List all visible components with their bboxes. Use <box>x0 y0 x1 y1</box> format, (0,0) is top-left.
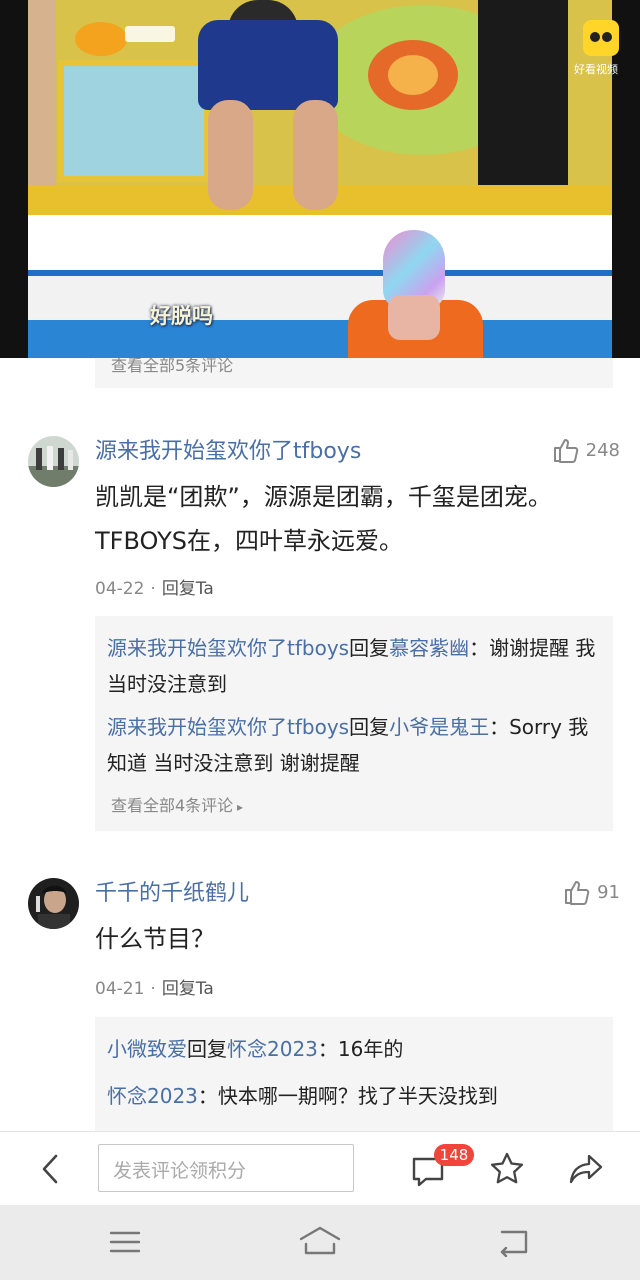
view-all-replies-link[interactable]: 查看全部5条评论 <box>111 358 233 376</box>
reply-item[interactable]: 源来我开始玺欢你了tfboys回复小爷是鬼王：Sorry 我知道 当时没注意到 … <box>107 709 601 781</box>
reply-verb: 回复 <box>349 715 390 739</box>
brand-watermark: 好看视频 <box>574 63 618 76</box>
comment-text: 凯凯是“团欺”，源源是团霸，千玺是团宠。TFBOYS在，四叶草永远爱。 <box>95 483 552 555</box>
reply-target[interactable]: 慕容紫幽 <box>389 636 469 660</box>
reply-item[interactable]: 小微致爱回复怀念2023：16年的 <box>107 1031 601 1067</box>
reply-target[interactable]: 怀念2023 <box>227 1037 318 1061</box>
system-navigation-bar <box>0 1205 640 1280</box>
like-count: 248 <box>585 439 620 461</box>
video-frame: 好脱吗 <box>28 0 612 358</box>
reply-item[interactable]: 源来我开始玺欢你了tfboys回复慕容紫幽：谢谢提醒 我当时没注意到 <box>107 630 601 702</box>
comment-text: 什么节目？ <box>95 925 215 953</box>
comment-count-badge: 148 <box>434 1144 474 1166</box>
ring-detail-inner <box>388 55 438 95</box>
like-button[interactable]: 91 <box>563 878 620 906</box>
reply-text: 快本哪一期啊？找了半天没找到 <box>217 1084 498 1108</box>
hunan-tv-logo-icon <box>75 22 127 56</box>
video-person-crouching <box>168 0 368 215</box>
video-person-right <box>478 0 568 190</box>
star-icon[interactable] <box>488 1150 526 1188</box>
replies-block: 源来我开始玺欢你了tfboys回复慕容紫幽：谢谢提醒 我当时没注意到 源来我开始… <box>95 616 613 831</box>
thumbs-up-icon <box>553 439 578 463</box>
reply-text: 16年的 <box>337 1037 404 1061</box>
comment-date: 04-22 <box>95 579 145 599</box>
reply-target[interactable]: 小爷是鬼王 <box>389 715 489 739</box>
comment-date: 04-21 <box>95 979 145 999</box>
reply-sep: ： <box>197 1084 218 1108</box>
prev-replies-tail[interactable]: 查看全部5条评论 <box>95 358 613 388</box>
reply-verb: 回复 <box>187 1037 227 1061</box>
avatar[interactable] <box>28 436 79 487</box>
view-all-replies-label: 查看全部4条评论 <box>111 796 234 815</box>
video-subtitle: 好脱吗 <box>150 304 213 328</box>
comment-meta: 04-21 · 回复Ta <box>95 979 214 999</box>
station-logo-mark <box>125 26 175 42</box>
view-all-replies-link[interactable]: 查看全部4条评论 ▸ <box>111 792 243 816</box>
reply-author[interactable]: 怀念2023 <box>107 1084 198 1108</box>
share-icon[interactable] <box>566 1150 606 1188</box>
reply-author[interactable]: 源来我开始玺欢你了tfboys <box>107 715 349 739</box>
thumbs-up-icon <box>565 881 590 905</box>
comment-input-placeholder: 发表评论领积分 <box>113 1160 247 1182</box>
system-back-icon[interactable] <box>496 1227 532 1257</box>
replies-block: 小微致爱回复怀念2023：16年的 怀念2023：快本哪一期啊？找了半天没找到 <box>95 1017 613 1131</box>
home-icon[interactable] <box>298 1225 342 1259</box>
reply-verb: 回复 <box>349 636 390 660</box>
pool-ledge-lower <box>28 270 612 321</box>
menu-icon[interactable] <box>108 1227 142 1257</box>
comment-username[interactable]: 千千的千纸鹤儿 <box>95 875 249 907</box>
reply-author[interactable]: 源来我开始玺欢你了tfboys <box>107 636 349 660</box>
reply-button[interactable]: 回复Ta <box>162 579 214 599</box>
like-button[interactable]: 248 <box>552 436 620 464</box>
chevron-right-icon: ▸ <box>233 800 244 814</box>
video-player[interactable]: 好脱吗 好看视频 <box>0 0 640 358</box>
comment-meta: 04-22 · 回复Ta <box>95 579 214 599</box>
comment-username[interactable]: 源来我开始玺欢你了tfboys <box>95 433 361 465</box>
comment-toolbar: 发表评论领积分 148 <box>0 1131 640 1206</box>
avatar[interactable] <box>28 878 79 929</box>
reply-button[interactable]: 回复Ta <box>162 979 214 999</box>
back-arrow-icon[interactable] <box>34 1150 68 1188</box>
pool-water <box>28 320 612 358</box>
pool-ledge <box>28 215 612 270</box>
reply-item[interactable]: 怀念2023：快本哪一期啊？找了半天没找到 <box>107 1078 601 1114</box>
comment-input[interactable]: 发表评论领积分 <box>98 1144 354 1192</box>
haokan-logo-icon <box>583 20 619 56</box>
reply-sep: ： <box>489 715 510 739</box>
reply-sep: ： <box>317 1037 338 1061</box>
reply-sep: ： <box>469 636 490 660</box>
like-count: 91 <box>597 881 620 903</box>
reply-author[interactable]: 小微致爱 <box>107 1037 187 1061</box>
video-swimmer-hands <box>388 295 440 340</box>
